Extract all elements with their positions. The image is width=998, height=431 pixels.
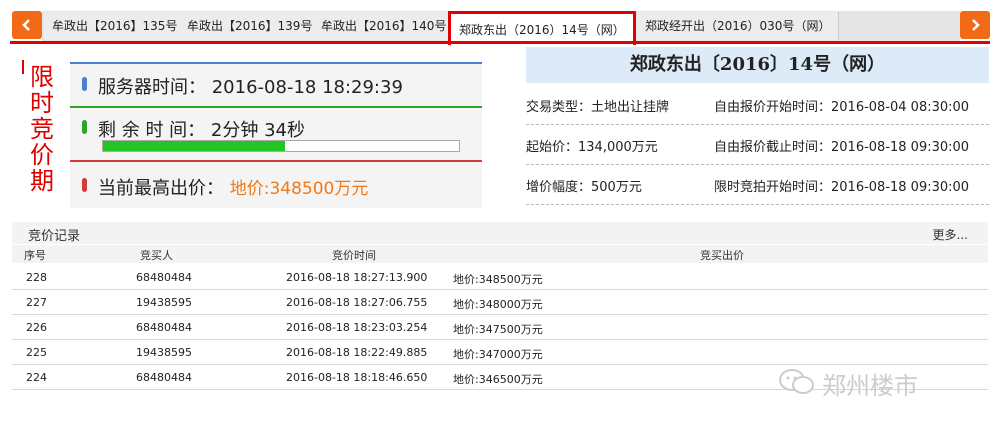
tab-item[interactable]: 牟政出【2016】135号 <box>44 12 187 40</box>
price-increment: 增价幅度：500万元 <box>526 180 642 195</box>
column-header: 竞买出价 <box>700 249 744 262</box>
bid-price: 地价:347500万元 <box>453 323 543 336</box>
parcel-title: 郑政东出〔2016〕14号（网） <box>526 47 989 83</box>
row-number: 226 <box>26 321 47 334</box>
column-header: 序号 <box>24 249 46 262</box>
records-title: 竞价记录 <box>28 229 81 244</box>
free-bid-end: 自由报价截止时间：2016-08-18 09:30:00 <box>714 140 970 155</box>
remaining-time-label: 剩 余 时 间： <box>98 120 206 141</box>
tab-underline <box>10 41 990 44</box>
green-pill-icon <box>82 120 87 134</box>
info-row: 交易类型：土地出让挂牌 自由报价开始时间：2016-08-04 08:30:00 <box>526 84 989 125</box>
row-number: 224 <box>26 371 47 384</box>
bid-time: 2016-08-18 18:27:13.900 <box>286 271 428 284</box>
info-row: 起始价：134,000万元 自由报价截止时间：2016-08-18 09:30:… <box>526 124 989 165</box>
more-link[interactable]: 更多... <box>933 226 968 243</box>
row-number: 227 <box>26 296 47 309</box>
remaining-time-value: 2分钟 34秒 <box>210 120 305 141</box>
table-row: 228 68480484 2016-08-18 18:27:13.900 地价:… <box>12 265 988 290</box>
info-row: 增价幅度：500万元 限时竞拍开始时间：2016-08-18 09:30:00 <box>526 164 989 205</box>
tab-item[interactable]: 牟政出【2016】140号 <box>313 12 456 40</box>
free-bid-start: 自由报价开始时间：2016-08-04 08:30:00 <box>714 100 970 115</box>
highest-price-row: 当前最高出价： 地价:348500万元 <box>70 160 482 208</box>
bid-price: 地价:347000万元 <box>453 348 543 361</box>
table-row: 227 19438595 2016-08-18 18:27:06.755 地价:… <box>12 290 988 315</box>
red-pill-icon <box>82 178 87 192</box>
remaining-time-row: 剩 余 时 间： 2分钟 34秒 <box>70 106 482 160</box>
bidder-id: 68480484 <box>136 371 192 384</box>
highest-price-value: 地价:348500万元 <box>229 179 369 199</box>
wechat-icon <box>779 369 814 394</box>
bid-price: 地价:348000万元 <box>453 298 543 311</box>
bid-price: 地价:346500万元 <box>453 373 543 386</box>
watermark-text: 郑州楼市 <box>822 372 918 400</box>
bidder-id: 68480484 <box>136 321 192 334</box>
scroll-right-button[interactable] <box>960 11 990 39</box>
bidder-id: 68480484 <box>136 271 192 284</box>
chevron-left-icon <box>22 19 30 31</box>
bid-time: 2016-08-18 18:23:03.254 <box>286 321 428 334</box>
records-header: 竞价记录 更多... <box>12 222 988 244</box>
phase-title-text: 限时竞价期 <box>30 63 54 195</box>
watermark: 郑州楼市 <box>778 364 978 400</box>
scroll-left-button[interactable] <box>12 11 42 39</box>
table-header: 序号 竞买人 竞价时间 竞买出价 <box>12 245 988 263</box>
progress-fill <box>103 141 285 151</box>
server-time-label: 服务器时间： <box>98 77 206 98</box>
column-header: 竞价时间 <box>332 249 376 262</box>
bid-time: 2016-08-18 18:18:46.650 <box>286 371 428 384</box>
start-price: 起始价：134,000万元 <box>526 140 658 155</box>
tab-item[interactable]: 牟政出【2016】139号 <box>179 12 322 40</box>
remaining-progress-bar <box>102 140 460 152</box>
bid-time: 2016-08-18 18:22:49.885 <box>286 346 428 359</box>
table-row: 225 19438595 2016-08-18 18:22:49.885 地价:… <box>12 340 988 365</box>
bidder-id: 19438595 <box>136 296 192 309</box>
blue-pill-icon <box>82 77 87 91</box>
table-row: 226 68480484 2016-08-18 18:23:03.254 地价:… <box>12 315 988 340</box>
server-time-value: 2016-08-18 18:29:39 <box>211 77 403 98</box>
trade-type: 交易类型：土地出让挂牌 <box>526 100 670 115</box>
tab-item-active[interactable]: 郑政东出（2016）14号（网） <box>448 11 636 45</box>
bid-price: 地价:348500万元 <box>453 273 543 286</box>
column-header: 竞买人 <box>140 249 173 262</box>
phase-title: 限时竞价期 <box>22 60 62 210</box>
limit-bid-start: 限时竞拍开始时间：2016-08-18 09:30:00 <box>714 180 970 195</box>
bid-time: 2016-08-18 18:27:06.755 <box>286 296 428 309</box>
row-number: 225 <box>26 346 47 359</box>
chevron-right-icon <box>972 19 980 31</box>
tab-item[interactable]: 郑政经开出（2016）030号（网） <box>637 12 840 40</box>
title-marker <box>22 60 24 74</box>
highest-price-label: 当前最高出价： <box>98 178 224 199</box>
row-number: 228 <box>26 271 47 284</box>
bidder-id: 19438595 <box>136 346 192 359</box>
server-time-row: 服务器时间： 2016-08-18 18:29:39 <box>70 62 482 106</box>
tab-strip: 牟政出【2016】135号 牟政出【2016】139号 牟政出【2016】140… <box>0 0 998 46</box>
